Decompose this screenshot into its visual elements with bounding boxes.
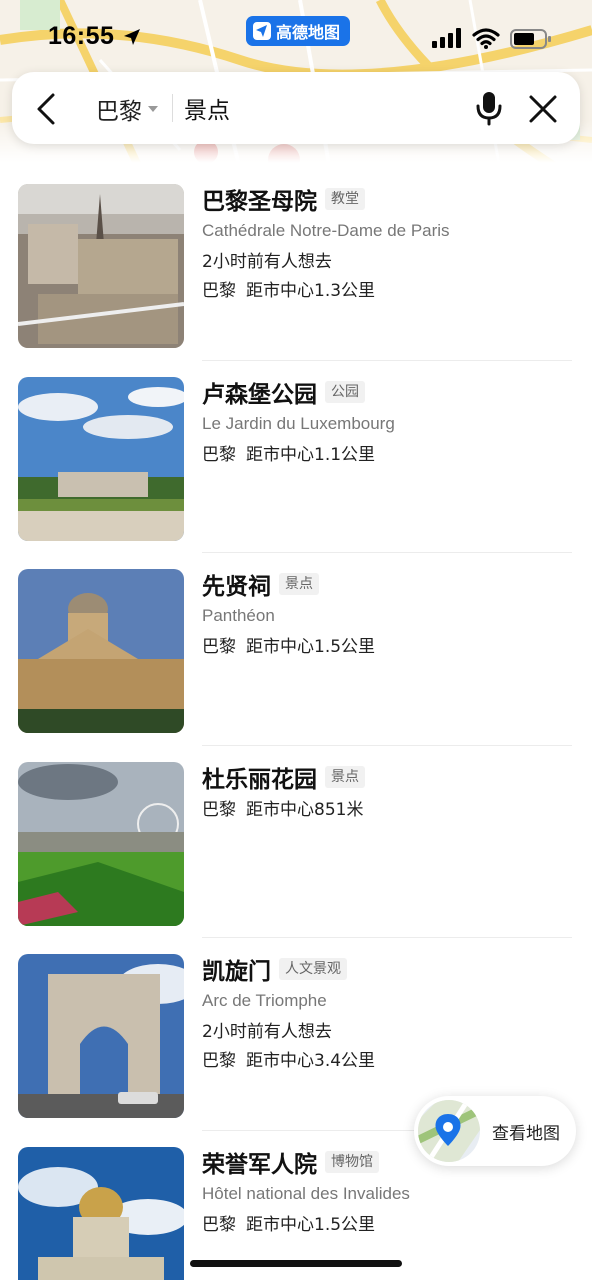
result-thumbnail — [18, 376, 184, 541]
city-name: 巴黎 — [202, 281, 236, 301]
city-selector[interactable]: 巴黎 — [96, 92, 158, 126]
location-line: 巴黎 距市中心1.5公里 — [202, 1211, 572, 1240]
distance: 距市中心1.5公里 — [246, 637, 376, 658]
distance: 距市中心3.4公里 — [246, 1051, 376, 1072]
location-line: 巴黎 距市中心1.1公里 — [202, 441, 572, 470]
view-map-label: 查看地图 — [492, 1123, 560, 1144]
distance: 距市中心851米 — [246, 799, 364, 820]
distance: 距市中心1.5公里 — [246, 1214, 376, 1235]
result-thumbnail — [18, 184, 184, 348]
app-badge-label: 高德地图 — [276, 23, 341, 42]
recent-interest: 2小时前有人想去 — [202, 1022, 332, 1043]
result-item[interactable]: 巴黎圣母院 教堂 Cathédrale Notre-Dame de Paris … — [0, 184, 592, 377]
close-icon[interactable] — [528, 94, 558, 124]
search-input[interactable] — [184, 90, 454, 126]
category-tag: 景点 — [325, 765, 365, 788]
result-thumbnail — [18, 569, 184, 734]
result-info: 巴黎圣母院 教堂 Cathédrale Notre-Dame de Paris … — [202, 184, 572, 306]
result-thumbnail — [18, 954, 184, 1119]
status-time: 16:55 — [48, 22, 115, 50]
app-badge[interactable]: 高德地图 — [246, 16, 351, 46]
location-arrow-icon — [124, 29, 140, 45]
result-thumbnail — [18, 1146, 184, 1280]
distance: 距市中心1.3公里 — [246, 281, 376, 301]
divider — [202, 937, 572, 939]
view-map-button[interactable]: 查看地图 — [414, 1096, 576, 1166]
back-icon[interactable] — [34, 92, 58, 126]
place-name: 荣誉军人院 — [202, 1151, 317, 1178]
amap-logo-icon — [253, 22, 271, 40]
place-name: 卢森堡公园 — [202, 381, 317, 408]
wifi-icon — [472, 28, 500, 49]
result-item[interactable]: 杜乐丽花园 景点 巴黎 距市中心851米 — [0, 761, 592, 955]
result-item[interactable]: 卢森堡公园 公园 Le Jardin du Luxembourg 巴黎 距市中心1… — [0, 376, 592, 570]
result-info: 凯旋门 人文景观 Arc de Triomphe 2小时前有人想去 巴黎 距市中心… — [202, 954, 572, 1076]
city-name: 巴黎 — [202, 637, 236, 658]
category-tag: 景点 — [279, 573, 319, 596]
result-info: 先贤祠 景点 Panthéon 巴黎 距市中心1.5公里 — [202, 569, 572, 662]
battery-icon — [510, 29, 551, 49]
result-info: 卢森堡公园 公园 Le Jardin du Luxembourg 巴黎 距市中心1… — [202, 377, 572, 470]
place-subtitle: Arc de Triomphe — [202, 991, 327, 1011]
location-line: 巴黎 距市中心3.4公里 — [202, 1047, 572, 1076]
place-name: 杜乐丽花园 — [202, 766, 317, 793]
place-subtitle: Le Jardin du Luxembourg — [202, 413, 395, 433]
divider — [202, 744, 572, 746]
status-bar: 16:55 高德地图 — [0, 0, 592, 72]
city-name: 巴黎 — [202, 1214, 236, 1235]
location-line: 巴黎 距市中心1.3公里 — [202, 277, 572, 306]
category-tag: 博物馆 — [325, 1150, 379, 1173]
home-indicator[interactable] — [190, 1260, 402, 1267]
place-subtitle: Hôtel national des Invalides — [202, 1183, 410, 1203]
place-name: 凯旋门 — [202, 959, 271, 986]
search-divider — [172, 94, 173, 122]
place-subtitle: Panthéon — [202, 606, 275, 626]
city-name: 巴黎 — [202, 1051, 236, 1072]
recent-interest: 2小时前有人想去 — [202, 252, 332, 272]
distance: 距市中心1.1公里 — [246, 444, 376, 465]
microphone-icon[interactable] — [474, 90, 504, 126]
divider — [202, 552, 572, 554]
search-bar: 巴黎 — [12, 72, 580, 144]
result-item[interactable]: 先贤祠 景点 Panthéon 巴黎 距市中心1.5公里 — [0, 569, 592, 762]
map-pin-icon — [418, 1100, 480, 1162]
result-info: 杜乐丽花园 景点 巴黎 距市中心851米 — [202, 762, 572, 825]
place-subtitle: Cathédrale Notre-Dame de Paris — [202, 221, 450, 240]
city-name: 巴黎 — [202, 444, 236, 465]
category-tag: 公园 — [325, 380, 365, 403]
caret-down-icon — [148, 106, 158, 112]
divider — [202, 359, 572, 361]
category-tag: 教堂 — [325, 188, 365, 210]
location-line: 巴黎 距市中心1.5公里 — [202, 633, 572, 662]
signal-icon — [432, 28, 461, 48]
city-label: 巴黎 — [96, 99, 142, 125]
location-line: 巴黎 距市中心851米 — [202, 796, 572, 825]
place-name: 先贤祠 — [202, 574, 271, 601]
result-thumbnail — [18, 761, 184, 926]
city-name: 巴黎 — [202, 799, 236, 820]
place-name: 巴黎圣母院 — [202, 189, 317, 215]
category-tag: 人文景观 — [279, 958, 347, 981]
screen: 16:55 高德地图 巴黎 景点 巴黎圣母院 教堂 Cathédrale Not… — [0, 0, 592, 1280]
